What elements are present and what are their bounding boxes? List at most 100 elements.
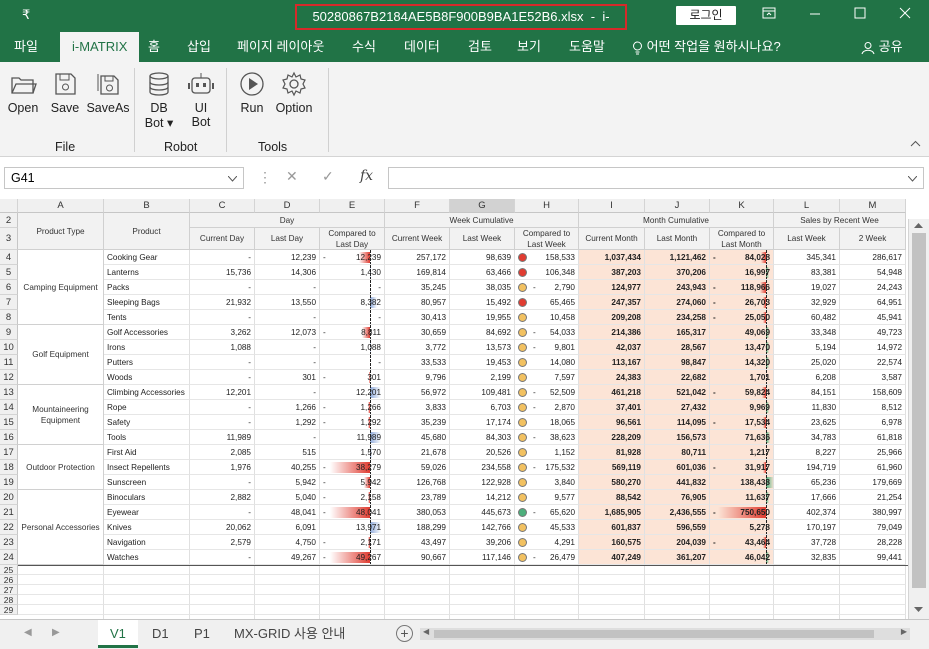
column-header-d[interactable]: D [255, 199, 320, 213]
recent-2-week[interactable]: 158,609 [840, 385, 906, 400]
empty-cell[interactable] [645, 595, 710, 605]
current-day[interactable]: 11,989 [190, 430, 255, 445]
current-week[interactable]: 35,239 [385, 415, 450, 430]
row-header[interactable]: 21 [0, 505, 18, 520]
product-name[interactable]: Lanterns [104, 265, 190, 280]
recent-2-week[interactable]: 99,441 [840, 550, 906, 565]
current-week[interactable]: 90,667 [385, 550, 450, 565]
empty-cell[interactable] [515, 565, 579, 575]
product-name[interactable]: Insect Repellents [104, 460, 190, 475]
tab-d1[interactable]: D1 [140, 620, 181, 648]
compared-last-month[interactable]: - 25,050 [710, 310, 774, 325]
row-header[interactable]: 8 [0, 310, 18, 325]
product-name[interactable]: Putters [104, 355, 190, 370]
last-week[interactable]: 15,492 [450, 295, 515, 310]
current-day[interactable]: 1,088 [190, 340, 255, 355]
empty-cell[interactable] [515, 605, 579, 615]
last-month[interactable]: 156,573 [645, 430, 710, 445]
column-header-j[interactable]: J [645, 199, 710, 213]
product-name[interactable]: Packs [104, 280, 190, 295]
ribbon-display-icon[interactable] [754, 6, 784, 22]
compared-last-month[interactable]: 11,637 [710, 490, 774, 505]
row-header[interactable]: 14 [0, 400, 18, 415]
compared-last-day[interactable]: 8,382 [320, 295, 385, 310]
empty-cell[interactable] [645, 565, 710, 575]
current-day[interactable]: 1,976 [190, 460, 255, 475]
last-week[interactable]: 6,703 [450, 400, 515, 415]
spreadsheet-grid[interactable]: A B C D E F G H I J K L M 2 3 4 5 6 7 8 9 10 11 12 13 14 15 16 17 18 1… [0, 199, 929, 619]
current-month[interactable]: 228,209 [579, 430, 645, 445]
empty-cell[interactable] [320, 595, 385, 605]
current-month[interactable]: 24,383 [579, 370, 645, 385]
recent-last-week[interactable]: 34,783 [774, 430, 840, 445]
compared-last-week[interactable]: - 26,479 [515, 550, 579, 565]
empty-cell[interactable] [774, 595, 840, 605]
column-header-m[interactable]: M [840, 199, 906, 213]
row-header[interactable]: 27 [0, 585, 18, 595]
compared-last-day[interactable]: 1,088 [320, 340, 385, 355]
recent-last-week[interactable]: 65,236 [774, 475, 840, 490]
current-week[interactable]: 30,659 [385, 325, 450, 340]
last-day[interactable]: 49,267 [255, 550, 320, 565]
tab-scroll-left-icon[interactable]: ◀ [24, 627, 32, 638]
compared-last-day[interactable]: 12,201 [320, 385, 385, 400]
last-week[interactable]: 84,692 [450, 325, 515, 340]
empty-cell[interactable] [710, 595, 774, 605]
menu-home[interactable]: 홈 [142, 32, 166, 62]
empty-cell[interactable] [320, 565, 385, 575]
recent-2-week[interactable]: 179,669 [840, 475, 906, 490]
recent-last-week[interactable]: 345,341 [774, 250, 840, 265]
empty-cell[interactable] [774, 565, 840, 575]
current-month[interactable]: 387,203 [579, 265, 645, 280]
product-name[interactable]: Sunscreen [104, 475, 190, 490]
recent-last-week[interactable]: 37,728 [774, 535, 840, 550]
compared-last-day[interactable]: - 1,266 [320, 400, 385, 415]
current-day[interactable]: - [190, 415, 255, 430]
cancel-icon[interactable]: ✕ [286, 168, 298, 185]
empty-cell[interactable] [710, 605, 774, 615]
current-day[interactable]: 21,932 [190, 295, 255, 310]
column-header-a[interactable]: A [18, 199, 104, 213]
row-header[interactable]: 10 [0, 340, 18, 355]
last-day[interactable]: - [255, 430, 320, 445]
last-month[interactable]: 28,567 [645, 340, 710, 355]
tell-me[interactable]: 어떤 작업을 원하시나요? [626, 32, 787, 62]
last-week[interactable]: 122,928 [450, 475, 515, 490]
last-day[interactable]: 301 [255, 370, 320, 385]
empty-cell[interactable] [190, 595, 255, 605]
recent-2-week[interactable]: 25,966 [840, 445, 906, 460]
last-month[interactable]: 2,436,555 [645, 505, 710, 520]
current-week[interactable]: 30,413 [385, 310, 450, 325]
empty-cell[interactable] [255, 605, 320, 615]
compared-last-month[interactable]: 14,320 [710, 355, 774, 370]
recent-last-week[interactable]: 5,194 [774, 340, 840, 355]
last-month[interactable]: 22,682 [645, 370, 710, 385]
compared-last-day[interactable]: - 2,158 [320, 490, 385, 505]
current-day[interactable]: - [190, 400, 255, 415]
current-month[interactable]: 1,685,905 [579, 505, 645, 520]
empty-cell[interactable] [190, 605, 255, 615]
compared-last-month[interactable]: - 31,917 [710, 460, 774, 475]
last-week[interactable]: 63,466 [450, 265, 515, 280]
last-day[interactable]: 1,292 [255, 415, 320, 430]
recent-last-week[interactable]: 8,227 [774, 445, 840, 460]
empty-cell[interactable] [450, 565, 515, 575]
recent-2-week[interactable]: 79,049 [840, 520, 906, 535]
empty-cell[interactable] [450, 605, 515, 615]
empty-cell[interactable] [840, 585, 906, 595]
compared-last-week[interactable]: 14,080 [515, 355, 579, 370]
current-day[interactable]: - [190, 550, 255, 565]
scroll-down-icon[interactable] [914, 607, 923, 613]
compared-last-week[interactable]: - 38,623 [515, 430, 579, 445]
empty-cell[interactable] [774, 575, 840, 585]
empty-cell[interactable] [579, 595, 645, 605]
empty-cell[interactable] [320, 575, 385, 585]
last-month[interactable]: 27,432 [645, 400, 710, 415]
empty-cell[interactable] [450, 595, 515, 605]
recent-last-week[interactable]: 11,830 [774, 400, 840, 415]
menu-insert[interactable]: 삽입 [181, 32, 217, 62]
last-month[interactable]: 521,042 [645, 385, 710, 400]
hscroll-thumb[interactable] [434, 630, 874, 638]
last-day[interactable]: - [255, 340, 320, 355]
recent-last-week[interactable]: 170,197 [774, 520, 840, 535]
